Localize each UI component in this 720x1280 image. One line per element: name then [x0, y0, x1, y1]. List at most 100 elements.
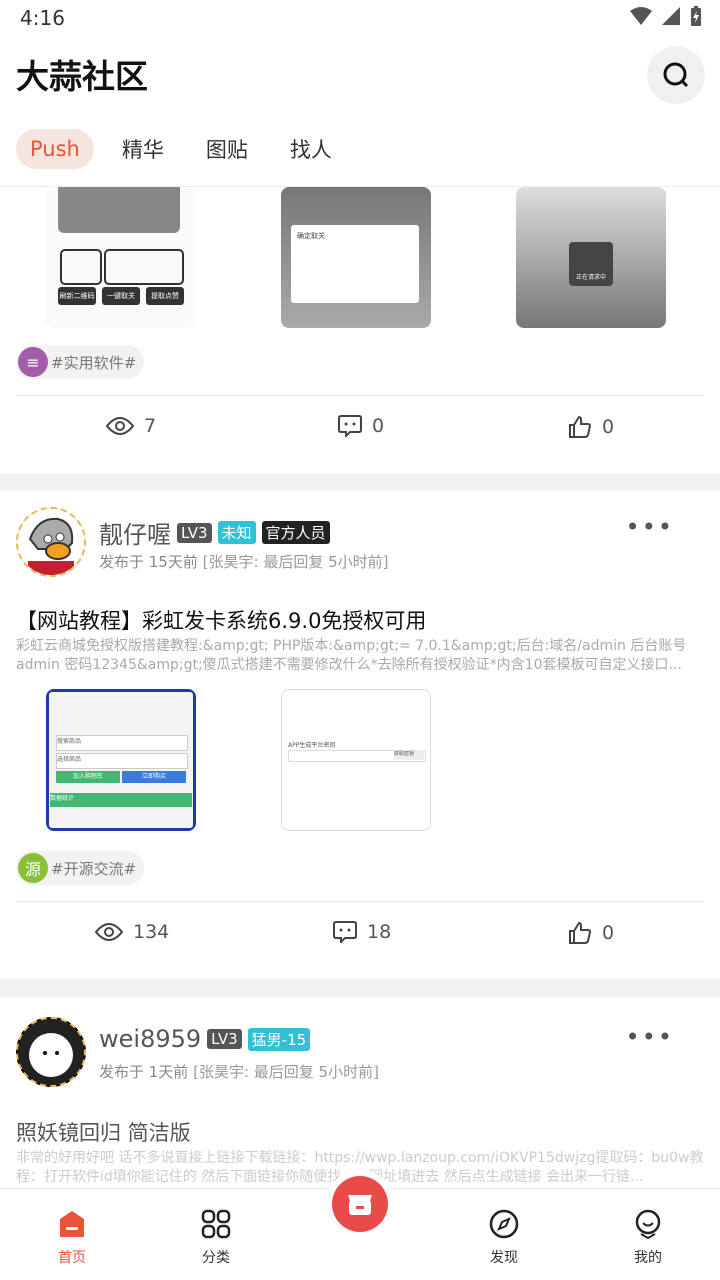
avatar-image: [18, 509, 84, 575]
likes-stat[interactable]: 0: [568, 415, 614, 439]
thumb-label: APP生成平台密钥: [288, 742, 336, 749]
views-stat[interactable]: 7: [106, 415, 156, 437]
nav-discover-label: 发现: [490, 1250, 518, 1266]
views-count: 7: [144, 415, 157, 437]
post-image[interactable]: 确定取关: [281, 187, 431, 328]
role-badge: 官方人员: [261, 521, 330, 544]
bottom-nav: 首页 分类 发现 我的: [0, 1176, 720, 1280]
post-time: 发布于 15天前: [99, 553, 198, 571]
avatar-image: [18, 1019, 84, 1085]
topic-icon: ≡: [18, 347, 48, 377]
thumb-label: 搜索商品: [56, 735, 188, 751]
tab-featured[interactable]: 精华: [108, 126, 178, 172]
app-header: 大蒜社区 Push 精华 图贴 找人: [0, 36, 720, 187]
wifi-icon: [630, 7, 652, 25]
grid-icon: [201, 1209, 231, 1239]
thumb-label: 获取密钥: [394, 750, 424, 760]
last-reply: [张昊宇: 最后回复 5小时前]: [202, 553, 389, 571]
post-meta: 发布于 1天前 [张昊宇: 最后回复 5小时前]: [99, 1061, 379, 1082]
username-row: 靓仔喔 LV3 未知 官方人员: [99, 515, 330, 550]
more-options-button[interactable]: •••: [626, 513, 674, 541]
nav-home-label: 首页: [58, 1250, 86, 1266]
divider: [16, 395, 704, 396]
post-title[interactable]: 【网站教程】彩虹发卡系统6.9.0免授权可用: [16, 605, 426, 635]
create-post-button[interactable]: [332, 1176, 388, 1232]
comments-stat[interactable]: 18: [333, 921, 391, 943]
comments-count: 0: [372, 415, 385, 437]
topic-label: #实用软件#: [51, 353, 137, 372]
tab-image-posts[interactable]: 图贴: [192, 126, 262, 172]
nav-discover[interactable]: 发现: [464, 1209, 544, 1267]
status-bar: 4:16: [0, 0, 720, 36]
thumb-label: 立即购买: [122, 771, 186, 783]
views-count: 134: [133, 921, 170, 943]
post-stats: 134 18 0: [0, 911, 720, 971]
nav-profile-label: 我的: [634, 1250, 662, 1266]
topic-tag[interactable]: ≡ #实用软件#: [16, 345, 145, 379]
divider: [16, 901, 704, 902]
thumbs-up-icon: [569, 415, 592, 438]
status-badge: 猛男-15: [247, 1027, 311, 1051]
compass-icon: [489, 1209, 519, 1239]
post-image[interactable]: APP生成平台密钥 获取密钥: [281, 689, 431, 831]
status-time: 4:16: [20, 6, 65, 30]
comments-count: 18: [367, 921, 392, 943]
username[interactable]: wei8959: [99, 1025, 201, 1053]
status-badge: 未知: [217, 521, 256, 544]
thumb-label: 一键取关: [102, 287, 140, 305]
thumb-label: 选择商品: [56, 753, 188, 769]
avatar[interactable]: [16, 507, 86, 577]
feed-tabs: Push 精华 图贴 找人: [16, 126, 346, 172]
home-icon: [60, 1211, 84, 1237]
post-image[interactable]: 搜索商品 选择商品 加入购物车 立即购买 数据统计: [46, 689, 196, 831]
post-summary: 彩虹云商城免授权版搭建教程:&amp;gt; PHP版本:&amp;gt;= 7…: [16, 638, 687, 673]
comments-stat[interactable]: 0: [338, 415, 384, 437]
profile-icon: [635, 1209, 661, 1240]
post-image[interactable]: 正在请求中: [516, 187, 666, 328]
signal-icon: [662, 7, 680, 25]
eye-icon: [106, 417, 134, 435]
likes-stat[interactable]: 0: [568, 921, 614, 945]
tab-find-people[interactable]: 找人: [276, 126, 346, 172]
tab-push[interactable]: Push: [16, 129, 94, 169]
topic-label: #开源交流#: [51, 859, 137, 878]
more-options-button[interactable]: •••: [626, 1023, 674, 1051]
thumb-label: 正在请求中: [569, 242, 613, 286]
thumb-label: 提取点赞: [146, 287, 184, 305]
store-icon: [348, 1195, 372, 1215]
battery-icon: [691, 6, 701, 26]
post-time: 发布于 1天前: [99, 1063, 189, 1081]
thumb-label: 刷新二维码: [58, 287, 96, 305]
last-reply: [张昊宇: 最后回复 5小时前]: [193, 1063, 379, 1081]
thumbs-up-icon: [569, 921, 592, 944]
comment-icon: [333, 921, 357, 943]
status-icons: [630, 6, 702, 26]
thumb-label: 确定取关: [291, 225, 419, 303]
search-icon: [663, 62, 689, 88]
nav-category[interactable]: 分类: [176, 1209, 256, 1267]
eye-icon: [95, 923, 123, 941]
post-title[interactable]: 照妖镜回归 简洁版: [16, 1117, 191, 1147]
views-stat[interactable]: 134: [95, 921, 169, 943]
likes-count: 0: [602, 416, 615, 438]
post-image[interactable]: 刷新二维码 一键取关 提取点赞: [46, 187, 196, 328]
username[interactable]: 靓仔喔: [99, 515, 171, 550]
comment-icon: [338, 415, 362, 437]
avatar[interactable]: [16, 1017, 86, 1087]
level-badge: LV3: [207, 1029, 242, 1049]
thumb-label: 数据统计: [50, 793, 192, 807]
post-card[interactable]: 刷新二维码 一键取关 提取点赞 确定取关 正在请求中 ≡ #实用软件# 7 0: [0, 187, 720, 473]
nav-profile[interactable]: 我的: [608, 1209, 688, 1267]
post-card[interactable]: wei8959 LV3 猛男-15 发布于 1天前 [张昊宇: 最后回复 5小时…: [0, 997, 720, 1189]
post-meta: 发布于 15天前 [张昊宇: 最后回复 5小时前]: [99, 551, 388, 572]
post-feed[interactable]: 刷新二维码 一键取关 提取点赞 确定取关 正在请求中 ≡ #实用软件# 7 0: [0, 187, 720, 1189]
level-badge: LV3: [177, 522, 212, 543]
topic-icon: 源: [18, 853, 48, 883]
nav-home[interactable]: 首页: [32, 1209, 112, 1267]
username-row: wei8959 LV3 猛男-15: [99, 1025, 311, 1053]
post-stats: 7 0 0: [0, 405, 720, 465]
search-button[interactable]: [647, 46, 705, 104]
topic-tag[interactable]: 源 #开源交流#: [16, 851, 145, 885]
post-card[interactable]: 靓仔喔 LV3 未知 官方人员 发布于 15天前 [张昊宇: 最后回复 5小时前…: [0, 491, 720, 1072]
nav-category-label: 分类: [202, 1250, 230, 1266]
